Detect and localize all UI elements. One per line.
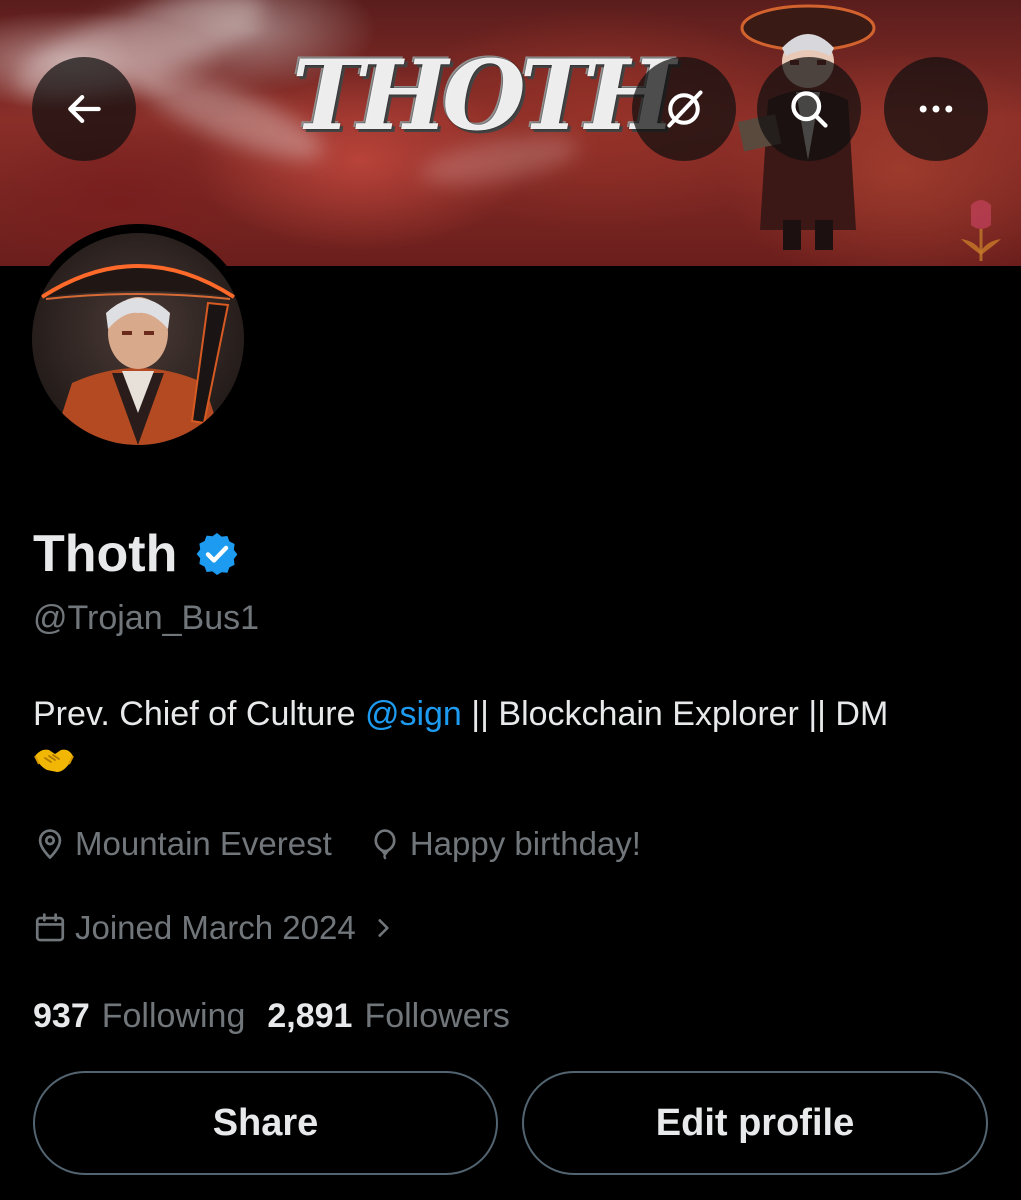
following-link[interactable]: 937 Following [33,997,245,1036]
verified-badge-icon[interactable] [193,530,241,578]
profile-avatar[interactable] [23,224,253,454]
profile-location: Mountain Everest [33,825,332,863]
tulip-icon [961,200,1001,261]
followers-link[interactable]: 2,891 Followers [267,997,510,1036]
following-count: 937 [33,996,90,1035]
calendar-icon [35,913,65,942]
profile-bio: Prev. Chief of Culture @sign || Blockcha… [33,690,993,776]
profile-meta-row: Mountain Everest Happy birthday! [33,822,641,866]
arrow-left-icon [68,94,101,124]
followers-label: Followers [364,996,510,1035]
share-button[interactable]: Share [33,1071,498,1175]
profile-handle: @Trojan_Bus1 [33,599,260,637]
profile-joined-row[interactable]: Joined March 2024 [33,906,396,950]
following-label: Following [101,996,246,1035]
avatar-image [32,233,244,445]
more-horizontal-icon [919,105,953,113]
more-options-button[interactable] [884,57,988,161]
grok-button[interactable] [632,57,736,161]
location-pin-icon [38,829,62,860]
location-text: Mountain Everest [75,825,332,862]
profile-joined[interactable]: Joined March 2024 [33,909,396,947]
profile-stats: 937 Following 2,891 Followers [33,994,510,1038]
search-icon [791,91,828,128]
search-button[interactable] [757,57,861,161]
bio-mention-link[interactable]: @sign [365,695,462,733]
banner-title: THOTH [292,39,676,152]
balloon-icon [374,829,396,860]
chevron-right-icon [378,919,389,937]
edit-profile-button[interactable]: Edit profile [522,1071,988,1175]
profile-birthday: Happy birthday! [368,825,641,863]
joined-text: Joined March 2024 [75,909,356,946]
back-button[interactable] [32,57,136,161]
bio-text-prefix: Prev. Chief of Culture [33,695,365,733]
grok-icon [667,90,703,128]
birthday-text: Happy birthday! [409,825,641,862]
followers-count: 2,891 [267,996,353,1035]
profile-name-row: Thoth [33,522,241,586]
handshake-emoji-icon [34,749,74,772]
bio-text-suffix: || Blockchain Explorer || DM [461,695,889,733]
profile-display-name: Thoth [33,525,178,583]
